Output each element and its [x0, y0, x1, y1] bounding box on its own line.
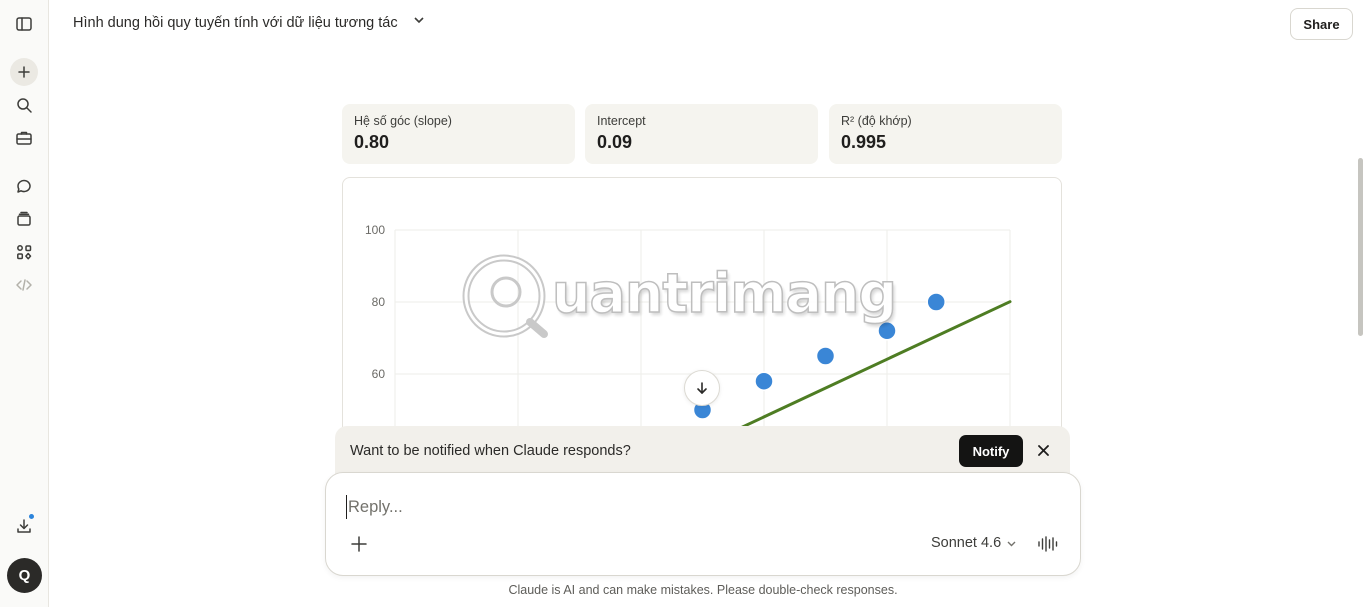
notify-text: Want to be notified when Claude responds… — [350, 443, 631, 459]
search-icon[interactable] — [10, 91, 38, 119]
avatar[interactable]: Q — [7, 558, 42, 593]
notify-banner: Want to be notified when Claude responds… — [335, 426, 1070, 478]
data-point — [877, 321, 897, 341]
stat-label: Hệ số góc (slope) — [354, 114, 452, 128]
code-icon[interactable] — [10, 271, 38, 299]
reply-input[interactable] — [346, 495, 906, 519]
header: Hình dung hồi quy tuyến tính với dữ liệu… — [49, 0, 1366, 48]
composer: Sonnet 4.6 — [325, 472, 1081, 576]
stat-label: R² (độ khớp) — [841, 114, 912, 128]
voice-mode-icon[interactable] — [1036, 533, 1060, 555]
plus-icon[interactable] — [348, 533, 370, 555]
share-button[interactable]: Share — [1290, 8, 1353, 40]
chat-title-menu[interactable]: Hình dung hồi quy tuyến tính với dữ liệu… — [73, 13, 426, 32]
stat-card-intercept: Intercept 0.09 — [585, 104, 818, 164]
data-point — [754, 371, 774, 391]
stat-label: Intercept — [597, 114, 646, 128]
data-point — [815, 346, 836, 366]
projects-icon[interactable] — [10, 205, 38, 233]
y-tick-label: 100 — [365, 223, 385, 237]
stat-card-r-squared: R² (độ khớp) 0.995 — [829, 104, 1062, 164]
y-tick-label: 60 — [372, 367, 386, 381]
stat-value: 0.09 — [597, 132, 633, 152]
stat-value: 0.995 — [841, 132, 887, 152]
data-point — [926, 292, 946, 312]
stat-value: 0.80 — [354, 132, 390, 152]
model-selector[interactable]: Sonnet 4.6 — [931, 535, 1017, 551]
disclaimer: Claude is AI and can make mistakes. Plea… — [508, 583, 898, 597]
download-icon[interactable] — [10, 512, 38, 540]
scrollbar-thumb[interactable] — [1358, 158, 1363, 336]
stat-card-slope: Hệ số góc (slope) 0.80 — [342, 104, 575, 164]
briefcase-icon[interactable] — [10, 124, 38, 152]
y-tick-label: 80 — [372, 295, 386, 309]
scroll-to-bottom-button[interactable] — [684, 370, 720, 406]
chevron-down-icon — [412, 13, 426, 32]
scrollbar[interactable] — [1356, 48, 1366, 607]
page-title: Hình dung hồi quy tuyến tính với dữ liệu… — [73, 14, 398, 31]
sidebar: Q — [0, 0, 49, 607]
chevron-down-icon — [1007, 541, 1016, 546]
notify-button[interactable]: Notify — [959, 435, 1023, 467]
sidebar-toggle-icon[interactable] — [10, 10, 38, 38]
notification-dot — [27, 512, 36, 521]
arrow-down-icon — [697, 382, 707, 394]
new-chat-button[interactable] — [10, 58, 38, 86]
close-icon[interactable] — [1033, 440, 1053, 460]
model-label: Sonnet 4.6 — [931, 535, 1002, 551]
artifacts-icon[interactable] — [10, 238, 38, 266]
chats-icon[interactable] — [10, 172, 38, 200]
